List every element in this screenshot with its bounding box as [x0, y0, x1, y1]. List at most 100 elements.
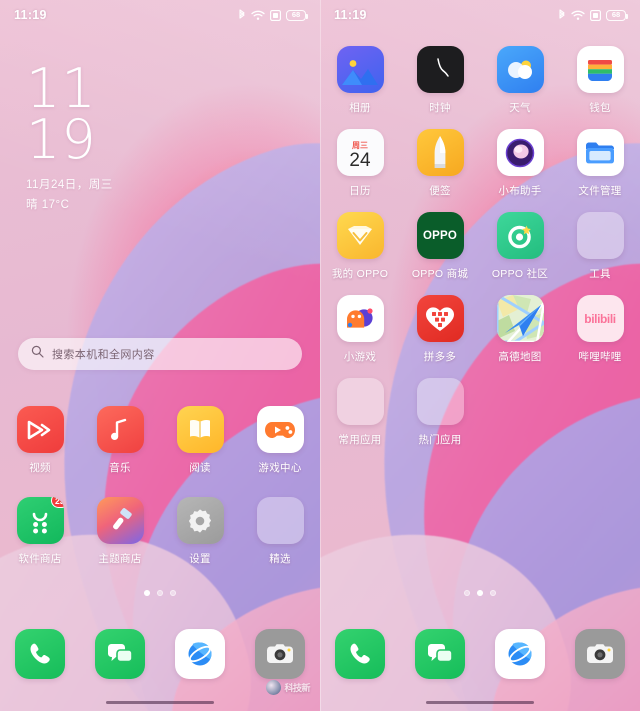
dock-item-camera[interactable]: [240, 629, 320, 679]
phone-screen-home-page-1: 11:19 68 11 19 11月24日，周三 晴 17°C 搜索本机和全网内…: [0, 0, 320, 711]
app-label: 便签: [429, 185, 451, 197]
calendar-day: 24: [349, 149, 371, 171]
app-grid-empty-slot: [560, 378, 640, 447]
app-label: 文件管理: [578, 185, 622, 197]
page-dot[interactable]: [144, 590, 150, 596]
app-label: 游戏中心: [258, 462, 302, 474]
dock-page-2: [320, 629, 640, 679]
search-icon: [31, 345, 44, 363]
app-label: OPPO 社区: [491, 268, 549, 280]
app-label: 天气: [509, 102, 531, 114]
app-label: 音乐: [109, 462, 131, 474]
app-label: 常用应用: [338, 434, 382, 446]
app-icon-oppo-store[interactable]: OPPO OPPO 商城: [400, 212, 480, 281]
status-bar-clock: 11:19: [14, 8, 47, 22]
app-icon-reading[interactable]: 阅读: [160, 406, 240, 475]
app-grid-page-1: 视频 音乐 阅读 游戏中心 23 软件商店 主题商店 设置 精选: [0, 406, 320, 566]
app-grid-page-2: 相册 时钟 天气 钱包 周三 24 日历 便签 小布助手 文件管理 我的 OPP…: [320, 46, 640, 447]
page-dot[interactable]: [477, 590, 483, 596]
app-folder-featured[interactable]: 精选: [240, 497, 320, 566]
folder-icon: [416, 378, 464, 425]
bilibili-wordmark: bilibili: [584, 311, 616, 326]
app-icon-my-oppo[interactable]: 我的 OPPO: [320, 212, 400, 281]
app-label: 视频: [29, 462, 51, 474]
app-grid-empty-slot: [480, 378, 560, 447]
navigation-bar-handle[interactable]: [106, 700, 214, 704]
dock-item-messages[interactable]: [80, 629, 160, 679]
search-input[interactable]: 搜索本机和全网内容: [52, 346, 155, 362]
signal-icon: [590, 9, 601, 21]
dock-item-browser[interactable]: [160, 629, 240, 679]
dock-item-phone[interactable]: [0, 629, 80, 679]
app-label: 钱包: [589, 102, 611, 114]
page-dot[interactable]: [170, 590, 176, 596]
wifi-icon: [251, 10, 265, 21]
app-label: 主题商店: [98, 553, 142, 565]
app-icon-notes[interactable]: 便签: [400, 129, 480, 198]
app-icon-music[interactable]: 音乐: [80, 406, 160, 475]
app-label: 小布助手: [498, 185, 542, 197]
app-icon-file-manager[interactable]: 文件管理: [560, 129, 640, 198]
app-icon-game-center[interactable]: 游戏中心: [240, 406, 320, 475]
app-icon-bilibili[interactable]: bilibili 哔哩哔哩: [560, 295, 640, 364]
folder-icon: [576, 212, 624, 259]
battery-icon: 68: [286, 9, 308, 21]
status-bar-icons: 68: [238, 9, 308, 21]
dock-item-phone[interactable]: [320, 629, 400, 679]
app-label: 日历: [349, 185, 371, 197]
widget-weather: 晴 17°C: [26, 198, 70, 211]
app-icon-amap[interactable]: 高德地图: [480, 295, 560, 364]
dock-item-camera[interactable]: [560, 629, 640, 679]
dock-item-messages[interactable]: [400, 629, 480, 679]
app-icon-weather[interactable]: 天气: [480, 46, 560, 115]
app-folder-tools[interactable]: 工具: [560, 212, 640, 281]
app-icon-wallet[interactable]: 钱包: [560, 46, 640, 115]
navigation-bar-handle[interactable]: [426, 700, 534, 704]
clock-weather-widget[interactable]: 11 19 11月24日，周三 晴 17°C: [26, 62, 113, 212]
app-icon-clock[interactable]: 时钟: [400, 46, 480, 115]
app-icon-oppo-community[interactable]: OPPO 社区: [480, 212, 560, 281]
signal-icon: [270, 9, 281, 21]
app-icon-calendar[interactable]: 周三 24 日历: [320, 129, 400, 198]
app-icon-photos[interactable]: 相册: [320, 46, 400, 115]
notification-badge: 23: [51, 497, 64, 508]
bluetooth-icon: [558, 9, 566, 21]
app-folder-frequently-used[interactable]: 常用应用: [320, 378, 400, 447]
app-label: 设置: [189, 553, 211, 565]
app-label: 精选: [269, 553, 291, 565]
search-bar[interactable]: 搜索本机和全网内容: [18, 338, 302, 370]
app-icon-mini-games[interactable]: 小游戏: [320, 295, 400, 364]
app-icon-video[interactable]: 视频: [0, 406, 80, 475]
app-folder-popular-apps[interactable]: 热门应用: [400, 378, 480, 447]
page-indicator-page-1[interactable]: [0, 590, 320, 596]
app-icon-settings[interactable]: 设置: [160, 497, 240, 566]
wifi-icon: [571, 10, 585, 21]
app-icon-breeno-assistant[interactable]: 小布助手: [480, 129, 560, 198]
watermark: 科技新: [266, 680, 310, 695]
app-label: 哔哩哔哩: [578, 351, 622, 363]
app-label: 软件商店: [18, 553, 62, 565]
dual-screenshot-stage: 11:19 68 11 19 11月24日，周三 晴 17°C 搜索本机和全网内…: [0, 0, 640, 711]
app-label: 我的 OPPO: [331, 268, 389, 280]
app-label: 小游戏: [343, 351, 377, 363]
app-label: 时钟: [429, 102, 451, 114]
status-bar: 11:19 68: [0, 0, 320, 30]
page-dot[interactable]: [464, 590, 470, 596]
screenshot-divider: [320, 0, 321, 711]
widget-minute: 19: [26, 107, 97, 171]
dock-page-1: [0, 629, 320, 679]
app-icon-pinduoduo[interactable]: 拼多多: [400, 295, 480, 364]
status-bar: 11:19 68: [320, 0, 640, 30]
status-bar-clock: 11:19: [334, 8, 367, 22]
page-indicator-page-2[interactable]: [320, 590, 640, 596]
folder-icon: [256, 497, 304, 544]
calendar-weekday: 周三: [352, 140, 368, 150]
bluetooth-icon: [238, 9, 246, 21]
page-dot[interactable]: [490, 590, 496, 596]
app-icon-app-store[interactable]: 23 软件商店: [0, 497, 80, 566]
dock-item-browser[interactable]: [480, 629, 560, 679]
battery-percent: 68: [291, 10, 301, 20]
app-icon-theme-store[interactable]: 主题商店: [80, 497, 160, 566]
watermark-logo-icon: [266, 680, 282, 695]
page-dot[interactable]: [157, 590, 163, 596]
